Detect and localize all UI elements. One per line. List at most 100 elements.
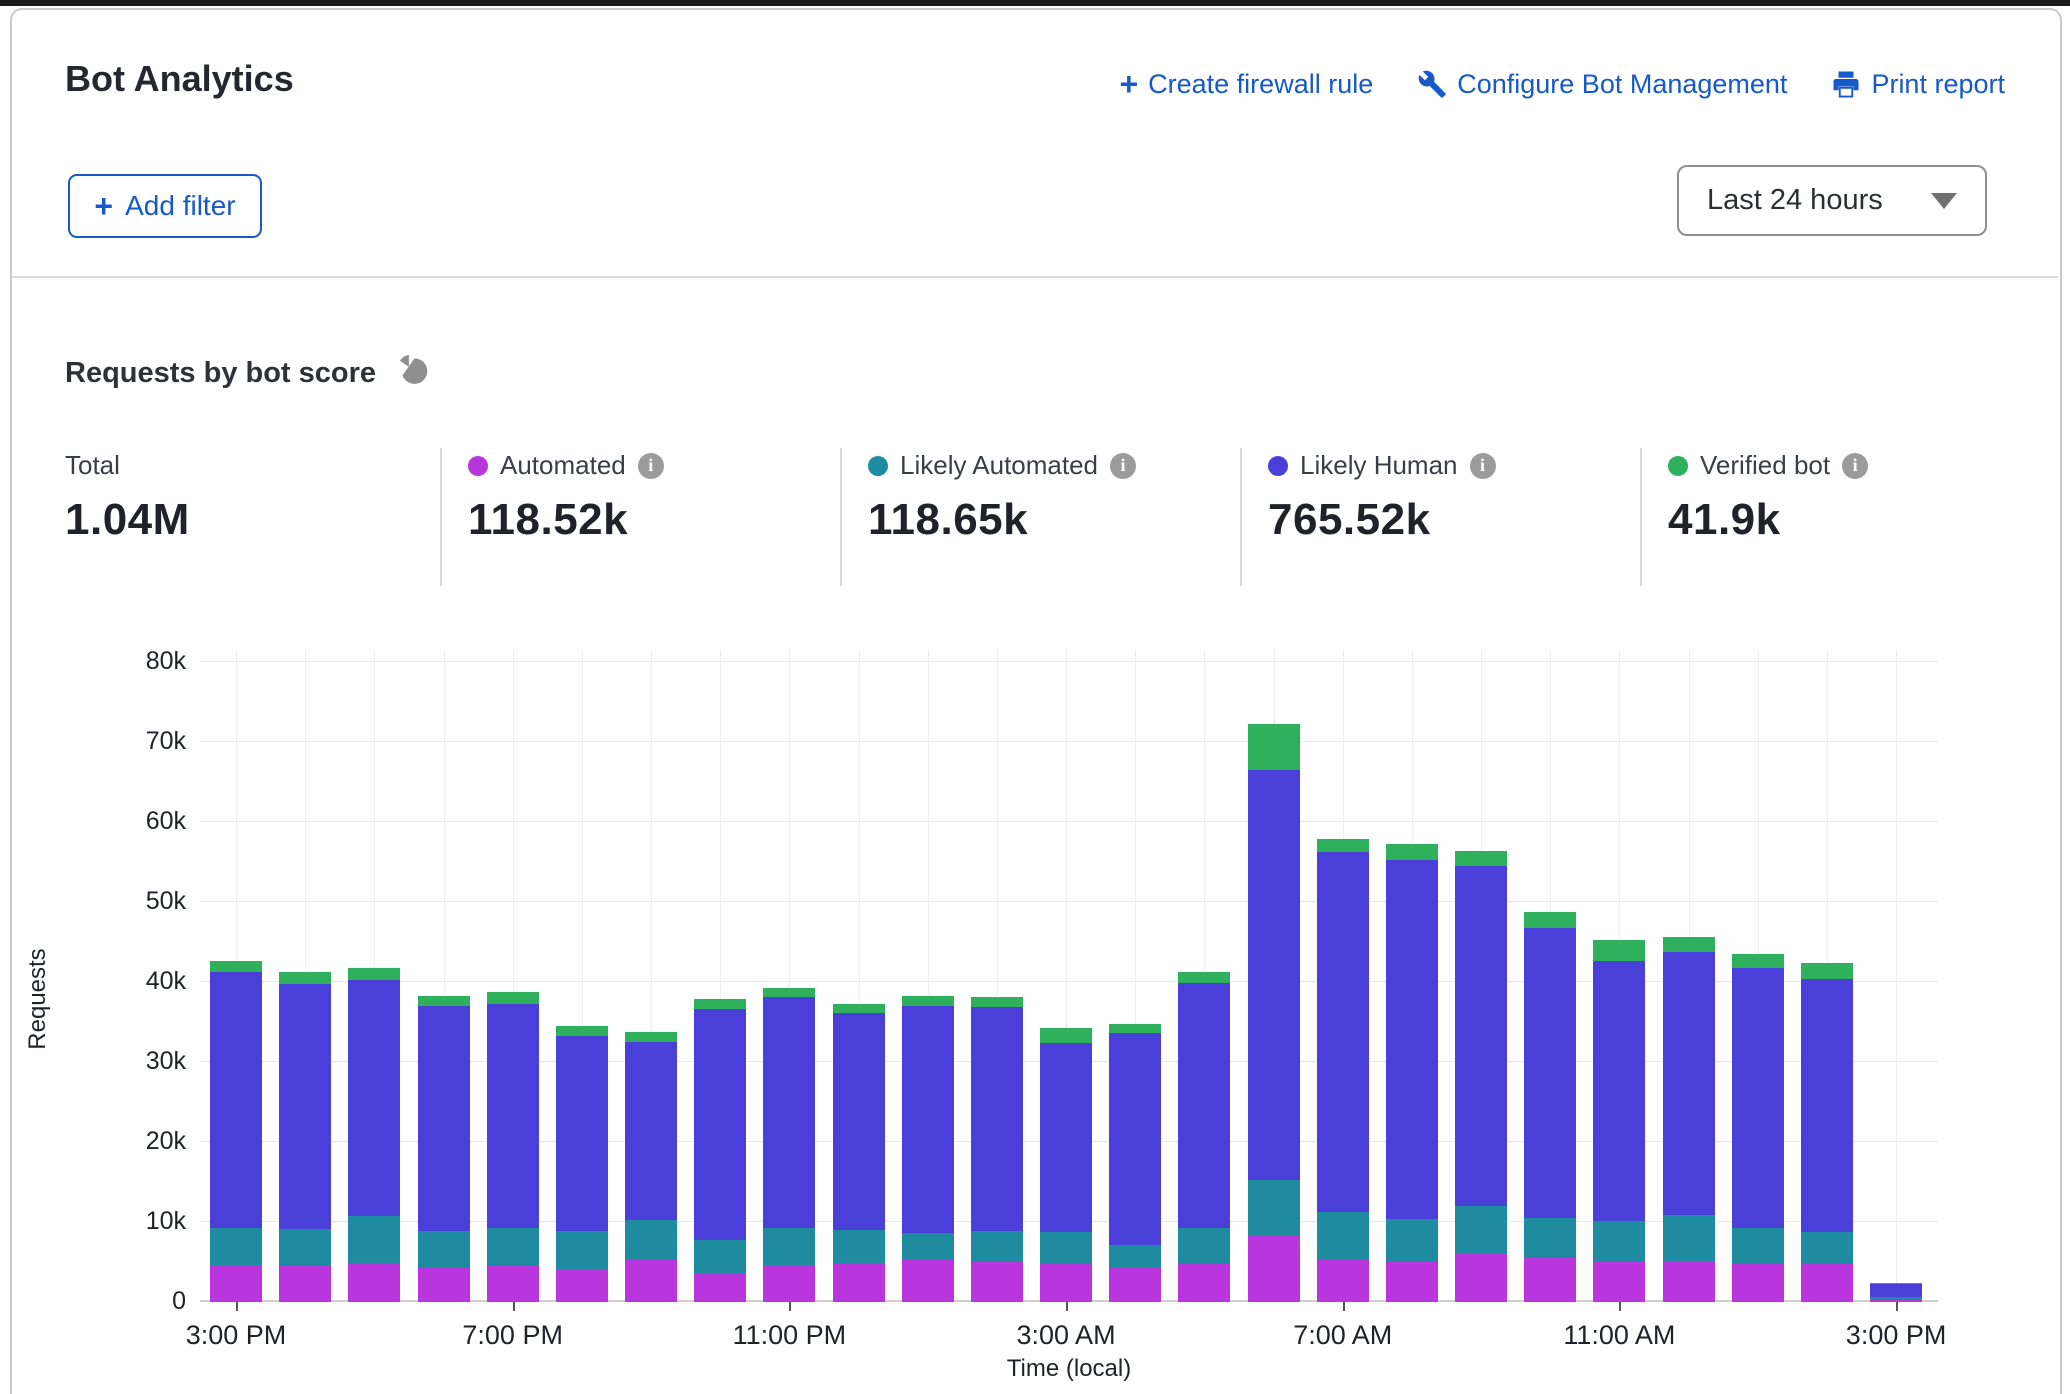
- bar-segment-likely-automated: [1524, 1218, 1576, 1258]
- stacked-bar-hour-23[interactable]: [1801, 963, 1853, 1302]
- stat-total-label: Total: [65, 450, 120, 481]
- stacked-bar-hour-11[interactable]: [971, 997, 1023, 1302]
- stat-divider: [1240, 448, 1242, 586]
- bar-segment-automated: [971, 1262, 1023, 1302]
- stacked-bar-hour-18[interactable]: [1455, 851, 1507, 1302]
- stat-likely-automated: Likely Automated i 118.65k: [868, 450, 1228, 545]
- bar-segment-automated: [1248, 1236, 1300, 1302]
- bar-segment-likely-human: [1663, 952, 1715, 1215]
- stat-divider: [1640, 448, 1642, 586]
- likely-human-dot: [1268, 456, 1288, 476]
- stacked-bar-hour-20[interactable]: [1593, 940, 1645, 1302]
- configure-bot-management-link[interactable]: Configure Bot Management: [1417, 69, 1787, 100]
- bar-segment-likely-human: [1524, 928, 1576, 1218]
- h-gridline: [200, 821, 1938, 822]
- stat-likely-automated-label: Likely Automated: [900, 450, 1098, 481]
- bar-segment-likely-automated: [556, 1231, 608, 1269]
- chevron-down-icon: [1931, 193, 1957, 209]
- bar-segment-verified-bot: [210, 961, 262, 971]
- bar-segment-automated: [418, 1268, 470, 1302]
- y-tick-label: 50k: [66, 887, 186, 916]
- stacked-bar-hour-6[interactable]: [625, 1032, 677, 1302]
- stacked-bar-hour-4[interactable]: [487, 992, 539, 1302]
- stacked-bar-hour-5[interactable]: [556, 1026, 608, 1302]
- bar-segment-likely-human: [1248, 770, 1300, 1180]
- bar-segment-likely-human: [487, 1004, 539, 1229]
- stacked-bar-hour-9[interactable]: [833, 1004, 885, 1302]
- wrench-icon: [1417, 69, 1447, 99]
- bar-segment-verified-bot: [1663, 937, 1715, 951]
- print-report-link[interactable]: Print report: [1831, 69, 2005, 100]
- printer-icon: [1831, 69, 1861, 99]
- print-report-label: Print report: [1871, 69, 2005, 100]
- stacked-bar-hour-13[interactable]: [1109, 1024, 1161, 1302]
- info-icon[interactable]: i: [1842, 453, 1868, 479]
- stat-verified-bot-value: 41.9k: [1668, 495, 2028, 545]
- bar-segment-automated: [279, 1266, 331, 1302]
- bar-segment-verified-bot: [1178, 972, 1230, 983]
- bar-segment-likely-human: [279, 984, 331, 1230]
- stacked-bar-hour-8[interactable]: [763, 988, 815, 1302]
- info-icon[interactable]: i: [1470, 453, 1496, 479]
- header-divider: [12, 276, 2058, 278]
- stacked-bar-hour-1[interactable]: [279, 972, 331, 1302]
- bar-segment-automated: [1593, 1262, 1645, 1302]
- bar-segment-verified-bot: [971, 997, 1023, 1007]
- bar-segment-likely-automated: [1109, 1245, 1161, 1267]
- bar-segment-likely-human: [1386, 860, 1438, 1219]
- time-range-dropdown[interactable]: Last 24 hours: [1677, 165, 1987, 236]
- bar-segment-likely-automated: [902, 1233, 954, 1259]
- bar-segment-likely-human: [418, 1006, 470, 1231]
- stacked-bar-hour-2[interactable]: [348, 968, 400, 1302]
- x-tick-mark: [1619, 1302, 1621, 1311]
- add-filter-button[interactable]: + Add filter: [68, 174, 262, 238]
- bar-segment-likely-human: [1801, 979, 1853, 1232]
- bar-segment-automated: [1455, 1253, 1507, 1302]
- stacked-bar-hour-15[interactable]: [1248, 724, 1300, 1302]
- bar-segment-automated: [1386, 1262, 1438, 1302]
- bar-segment-likely-automated: [418, 1231, 470, 1268]
- bar-segment-likely-human: [210, 972, 262, 1229]
- bar-segment-automated: [694, 1273, 746, 1302]
- create-firewall-rule-link[interactable]: + Create firewall rule: [1119, 68, 1373, 100]
- header-actions: + Create firewall rule Configure Bot Man…: [1119, 68, 2005, 100]
- bar-segment-automated: [1317, 1260, 1369, 1302]
- top-window-strip: [0, 0, 2070, 6]
- bar-segment-likely-automated: [348, 1216, 400, 1263]
- info-icon[interactable]: i: [1110, 453, 1136, 479]
- bar-segment-verified-bot: [1109, 1024, 1161, 1034]
- bar-segment-automated: [1732, 1264, 1784, 1302]
- bar-segment-verified-bot: [1040, 1028, 1092, 1042]
- bar-segment-likely-automated: [1593, 1221, 1645, 1262]
- info-icon[interactable]: i: [638, 453, 664, 479]
- bar-segment-verified-bot: [348, 968, 400, 981]
- bar-segment-automated: [487, 1266, 539, 1302]
- stacked-bar-hour-21[interactable]: [1663, 937, 1715, 1302]
- bar-segment-automated: [1040, 1264, 1092, 1302]
- bar-segment-verified-bot: [1593, 940, 1645, 962]
- y-tick-label: 20k: [66, 1127, 186, 1156]
- stacked-bar-hour-19[interactable]: [1524, 912, 1576, 1302]
- stacked-bar-hour-17[interactable]: [1386, 844, 1438, 1302]
- stat-divider: [440, 448, 442, 586]
- likely-automated-dot: [868, 456, 888, 476]
- bar-segment-verified-bot: [1732, 954, 1784, 968]
- stacked-bar-hour-7[interactable]: [694, 999, 746, 1302]
- stacked-bar-hour-16[interactable]: [1317, 839, 1369, 1302]
- stacked-bar-hour-3[interactable]: [418, 996, 470, 1302]
- x-tick-mark: [1343, 1302, 1345, 1311]
- bar-segment-likely-automated: [1455, 1206, 1507, 1253]
- stacked-bar-hour-0[interactable]: [210, 961, 262, 1302]
- bar-segment-likely-automated: [1248, 1180, 1300, 1235]
- bar-segment-likely-automated: [1801, 1232, 1853, 1265]
- stacked-bar-hour-12[interactable]: [1040, 1028, 1092, 1302]
- stacked-bar-hour-22[interactable]: [1732, 954, 1784, 1302]
- h-gridline: [200, 901, 1938, 902]
- bar-segment-verified-bot: [833, 1004, 885, 1014]
- stacked-bar-hour-24[interactable]: [1870, 1283, 1922, 1302]
- x-tick-mark: [236, 1302, 238, 1311]
- bot-analytics-page: Bot Analytics + Create firewall rule Con…: [0, 0, 2070, 1394]
- stacked-bar-hour-10[interactable]: [902, 996, 954, 1302]
- stacked-bar-hour-14[interactable]: [1178, 972, 1230, 1302]
- bar-segment-likely-human: [556, 1036, 608, 1231]
